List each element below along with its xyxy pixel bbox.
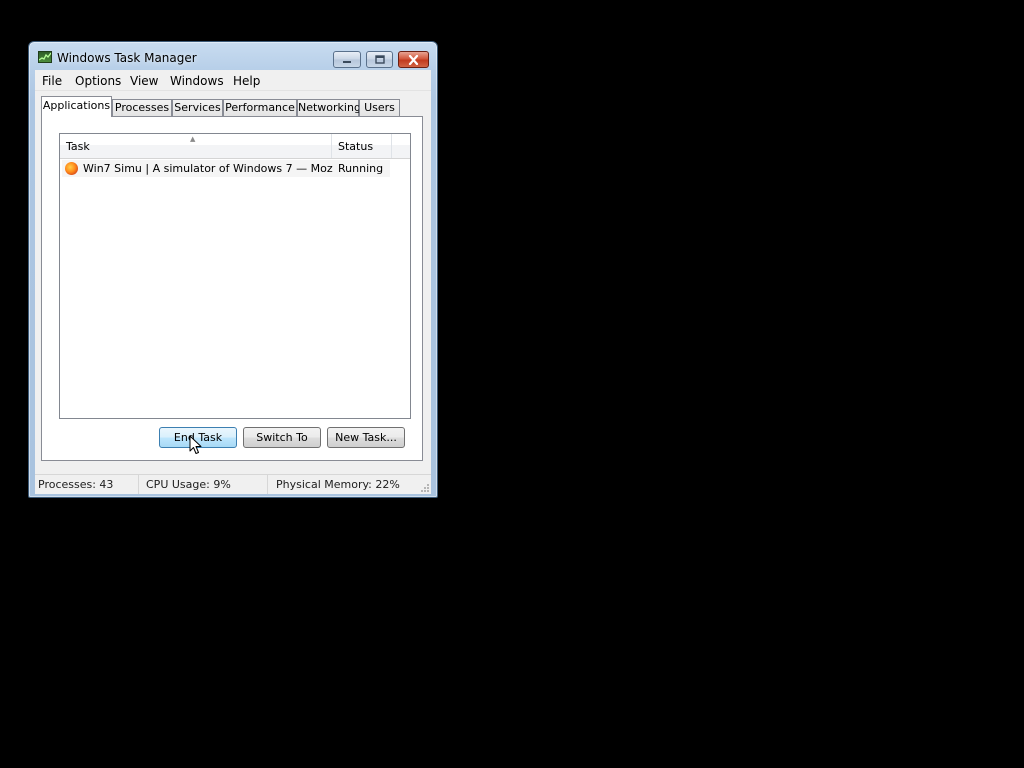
menu-bar: File Options View Windows Help — [35, 70, 431, 91]
tab-performance[interactable]: Performance — [223, 99, 297, 117]
task-manager-icon — [38, 51, 52, 63]
title-bar[interactable]: Windows Task Manager — [29, 42, 437, 70]
new-task-button[interactable]: New Task... — [327, 427, 405, 448]
column-header-status[interactable]: Status — [332, 134, 392, 158]
client-area: Applications Processes Services Performa… — [35, 91, 431, 474]
window-title: Windows Task Manager — [57, 51, 197, 65]
task-list[interactable]: Task ▲ Status Win7 Simu | A simulator of… — [59, 133, 411, 419]
tab-networking[interactable]: Networking — [297, 99, 361, 117]
minimize-button[interactable] — [333, 51, 361, 68]
minimize-icon — [334, 52, 360, 67]
sort-up-icon: ▲ — [190, 135, 196, 143]
tab-processes[interactable]: Processes — [112, 99, 172, 117]
menu-view[interactable]: View — [130, 74, 158, 88]
column-header-filler — [392, 134, 410, 158]
tab-applications[interactable]: Applications — [41, 96, 112, 117]
status-bar: Processes: 43 CPU Usage: 9% Physical Mem… — [35, 474, 431, 494]
table-row[interactable]: Win7 Simu | A simulator of Windows 7 — M… — [62, 160, 390, 177]
column-header-task[interactable]: Task — [60, 134, 332, 158]
tab-users[interactable]: Users — [359, 99, 400, 117]
menu-windows[interactable]: Windows — [170, 74, 224, 88]
menu-options[interactable]: Options — [75, 74, 121, 88]
switch-to-button[interactable]: Switch To — [243, 427, 321, 448]
mouse-pointer-icon — [189, 435, 202, 458]
firefox-icon — [65, 162, 78, 175]
close-icon — [399, 52, 428, 67]
status-cpu-usage: CPU Usage: 9% — [142, 475, 268, 494]
task-name: Win7 Simu | A simulator of Windows 7 — M… — [83, 162, 333, 175]
menu-file[interactable]: File — [42, 74, 62, 88]
close-button[interactable] — [398, 51, 429, 68]
menu-help[interactable]: Help — [233, 74, 260, 88]
task-manager-window: Windows Task Manager File Options View W… — [28, 41, 438, 498]
maximize-icon — [367, 52, 392, 67]
task-list-header: Task ▲ Status — [60, 134, 410, 159]
status-physical-memory: Physical Memory: 22% — [276, 478, 400, 491]
applications-panel: Task ▲ Status Win7 Simu | A simulator of… — [41, 116, 423, 461]
resize-grip-icon[interactable] — [420, 483, 430, 493]
status-processes: Processes: 43 — [35, 475, 139, 494]
task-status: Running — [338, 162, 384, 175]
maximize-button[interactable] — [366, 51, 393, 68]
tab-services[interactable]: Services — [172, 99, 223, 117]
